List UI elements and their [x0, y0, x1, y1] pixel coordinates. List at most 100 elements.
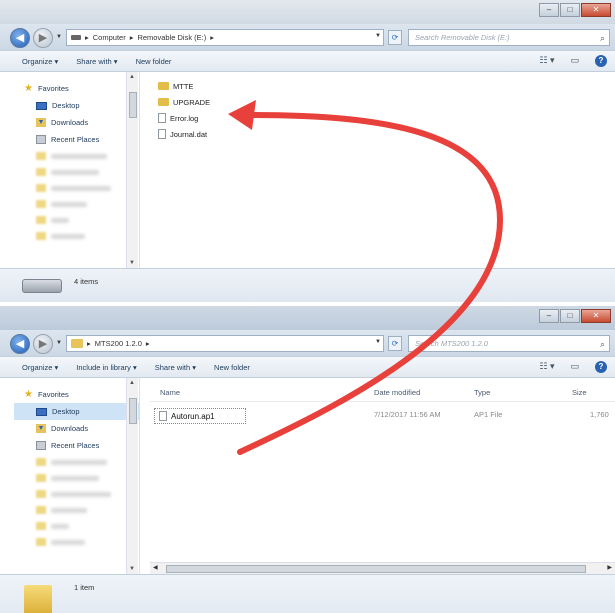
file-name-cell[interactable]: Autorun.ap1 [154, 408, 246, 424]
scroll-thumb[interactable] [166, 565, 586, 573]
nav-favorites[interactable]: ★ Favorites [14, 386, 139, 403]
search-icon[interactable]: ⌕ [600, 31, 605, 46]
minimize-button[interactable]: – [539, 3, 559, 17]
blurred-nav-item[interactable] [14, 180, 139, 196]
folder-icon [36, 490, 46, 498]
list-item[interactable]: Error.log [150, 110, 615, 126]
search-input[interactable]: Search Removable Disk (E:) ⌕ [408, 29, 610, 46]
file-list: MTTE UPGRADE Error.log Journal.dat [150, 72, 615, 268]
folder-icon [24, 585, 52, 613]
back-button[interactable]: ◀ [10, 28, 30, 48]
blurred-nav-item[interactable] [14, 454, 139, 470]
list-item[interactable]: UPGRADE [150, 94, 615, 110]
organize-button[interactable]: Organize ▾ [22, 57, 58, 66]
search-icon[interactable]: ⌕ [600, 337, 605, 352]
blurred-nav-item[interactable] [14, 534, 139, 550]
nav-recent-places[interactable]: Recent Places [14, 437, 139, 454]
caption-buttons: – □ ✕ [539, 3, 611, 17]
minimize-button[interactable]: – [539, 309, 559, 323]
close-button[interactable]: ✕ [581, 309, 611, 323]
search-input[interactable]: Search MTS200 1.2.0 ⌕ [408, 335, 610, 352]
address-bar[interactable]: ▸ MTS200 1.2.0 ▸ ▼ [66, 335, 384, 352]
removable-drive-icon [22, 279, 62, 293]
nav-desktop[interactable]: Desktop [14, 403, 139, 420]
back-button[interactable]: ◀ [10, 334, 30, 354]
folder-icon [36, 184, 46, 192]
nav-desktop-label: Desktop [52, 407, 80, 416]
scroll-up-icon[interactable]: ▲ [129, 380, 135, 386]
refresh-button[interactable]: ⟳ [388, 336, 402, 351]
table-row[interactable]: Autorun.ap1 7/12/2017 11:56 AM AP1 File … [150, 406, 615, 424]
column-name[interactable]: Name [160, 388, 180, 397]
preview-pane-icon[interactable]: ▭ [570, 55, 579, 67]
scroll-left-icon[interactable]: ◀ [153, 564, 158, 571]
recent-pages-dropdown-icon[interactable]: ▼ [56, 34, 62, 40]
help-icon[interactable]: ? [595, 361, 607, 373]
scroll-down-icon[interactable]: ▼ [129, 566, 135, 572]
scroll-thumb[interactable] [129, 398, 137, 424]
change-view-icon[interactable]: ☷ ▾ [539, 361, 554, 373]
horizontal-scrollbar[interactable]: ◀ ▶ [150, 562, 615, 574]
nav-favorites[interactable]: ★ Favorites [14, 80, 139, 97]
list-item[interactable]: MTTE [150, 78, 615, 94]
blurred-label [51, 475, 99, 481]
close-button[interactable]: ✕ [581, 3, 611, 17]
share-with-button[interactable]: Share with ▾ [76, 57, 117, 66]
forward-button[interactable]: ▶ [33, 28, 53, 48]
star-icon: ★ [24, 389, 33, 400]
file-size: 1,760 [590, 410, 609, 419]
column-size[interactable]: Size [572, 388, 587, 397]
nav-desktop[interactable]: Desktop [14, 97, 139, 114]
address-dropdown-icon[interactable]: ▼ [375, 339, 381, 345]
desktop-icon [36, 407, 47, 416]
blurred-nav-item[interactable] [14, 470, 139, 486]
scroll-right-icon[interactable]: ▶ [607, 564, 612, 571]
breadcrumb-removable-disk[interactable]: Removable Disk (E:) [137, 33, 206, 42]
column-headers: Name Date modified Type Size [150, 384, 615, 402]
help-icon[interactable]: ? [595, 55, 607, 67]
address-bar[interactable]: ▸ Computer ▸ Removable Disk (E:) ▸ ▼ [66, 29, 384, 46]
list-item[interactable]: Journal.dat [150, 126, 615, 142]
new-folder-button[interactable]: New folder [136, 57, 172, 66]
refresh-button[interactable]: ⟳ [388, 30, 402, 45]
blurred-nav-item[interactable] [14, 164, 139, 180]
include-in-library-button[interactable]: Include in library ▾ [76, 363, 136, 372]
scroll-up-icon[interactable]: ▲ [129, 74, 135, 80]
blurred-nav-item[interactable] [14, 148, 139, 164]
nav-recent-places[interactable]: Recent Places [14, 131, 139, 148]
blurred-label [51, 217, 69, 223]
nav-downloads-label: Downloads [51, 424, 89, 433]
breadcrumb-mts200[interactable]: MTS200 1.2.0 [95, 339, 142, 348]
blurred-nav-item[interactable] [14, 518, 139, 534]
blurred-nav-item[interactable] [14, 212, 139, 228]
preview-pane-icon[interactable]: ▭ [570, 361, 579, 373]
view-controls: ☷ ▾ ▭ ? [539, 361, 607, 373]
scroll-down-icon[interactable]: ▼ [129, 260, 135, 266]
organize-button[interactable]: Organize ▾ [22, 363, 58, 372]
breadcrumb-separator-icon: ▸ [85, 33, 89, 42]
nav-scrollbar[interactable]: ▲ ▼ [126, 378, 138, 574]
change-view-icon[interactable]: ☷ ▾ [539, 55, 554, 67]
new-folder-button[interactable]: New folder [214, 363, 250, 372]
forward-button[interactable]: ▶ [33, 334, 53, 354]
scroll-thumb[interactable] [129, 92, 137, 118]
caption-buttons: – □ ✕ [539, 309, 611, 323]
maximize-button[interactable]: □ [560, 309, 580, 323]
nav-downloads[interactable]: Downloads [14, 420, 139, 437]
blurred-nav-item[interactable] [14, 228, 139, 244]
nav-scrollbar[interactable]: ▲ ▼ [126, 72, 138, 268]
explorer-body: ★ Favorites Desktop Downloads Recent Pla… [0, 72, 615, 268]
file-icon [159, 411, 167, 421]
share-with-button[interactable]: Share with ▾ [155, 363, 196, 372]
column-date-modified[interactable]: Date modified [374, 388, 420, 397]
blurred-nav-item[interactable] [14, 486, 139, 502]
maximize-button[interactable]: □ [560, 3, 580, 17]
blurred-nav-item[interactable] [14, 502, 139, 518]
breadcrumb-computer[interactable]: Computer [93, 33, 126, 42]
recent-pages-dropdown-icon[interactable]: ▼ [56, 340, 62, 346]
folder-icon [36, 152, 46, 160]
address-dropdown-icon[interactable]: ▼ [375, 33, 381, 39]
blurred-nav-item[interactable] [14, 196, 139, 212]
nav-downloads[interactable]: Downloads [14, 114, 139, 131]
column-type[interactable]: Type [474, 388, 490, 397]
